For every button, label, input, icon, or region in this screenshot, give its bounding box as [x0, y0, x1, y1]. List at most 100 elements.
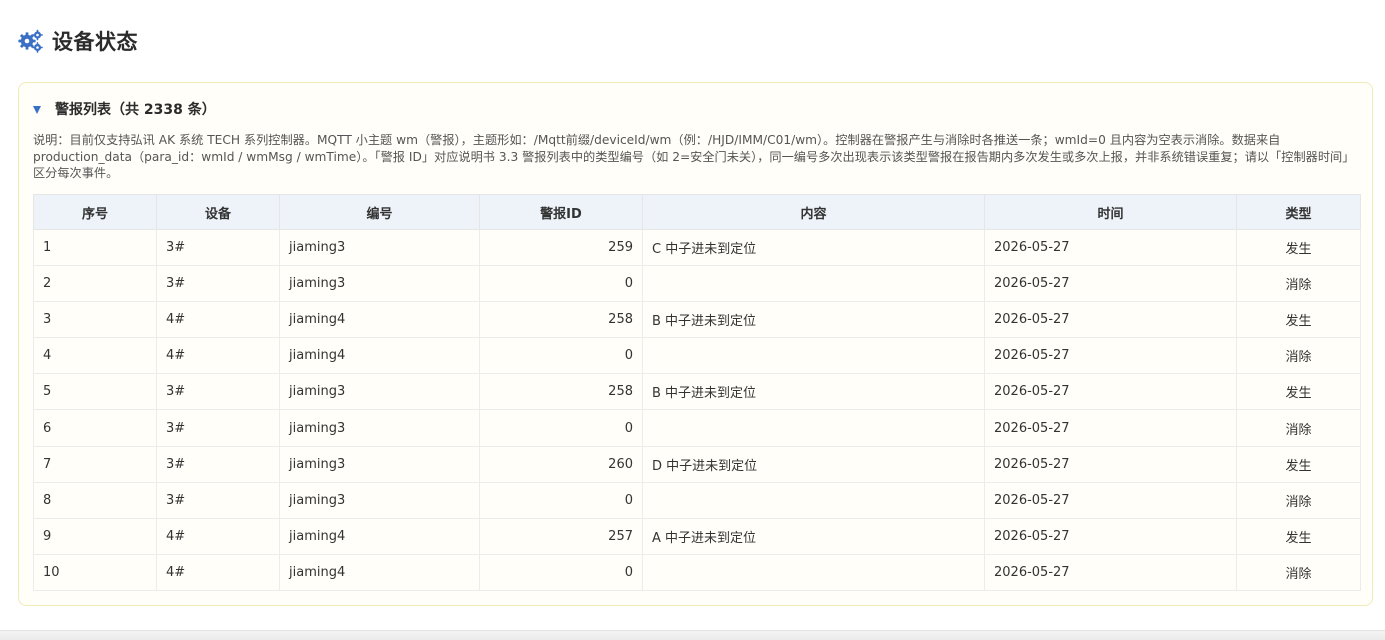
cell-type: 消除 — [1236, 481, 1361, 519]
alarm-list-panel: 警报列表（共 2338 条） 说明：目前仅支持弘讯 AK 系统 TECH 系列控… — [18, 82, 1373, 606]
cell-device: 4# — [156, 301, 280, 339]
table-row[interactable]: 2 3# jiaming3 0 2026-05-27 消除 — [33, 265, 1361, 303]
cell-alarm-id: 260 — [479, 445, 643, 483]
cell-index: 4 — [33, 337, 157, 375]
cell-code: jiaming3 — [279, 228, 480, 267]
cell-time: 2026-05-27 — [984, 337, 1237, 375]
cell-index: 7 — [33, 445, 157, 483]
cell-type: 发生 — [1236, 445, 1361, 483]
cell-code: jiaming3 — [279, 481, 480, 519]
cell-alarm-id: 0 — [479, 553, 643, 591]
table-row[interactable]: 4 4# jiaming4 0 2026-05-27 消除 — [33, 337, 1361, 375]
triangle-down-icon[interactable] — [33, 105, 41, 114]
cell-device: 3# — [156, 228, 280, 267]
cell-code: jiaming3 — [279, 265, 480, 303]
cell-content — [642, 337, 985, 375]
cell-code: jiaming4 — [279, 553, 480, 591]
cell-index: 8 — [33, 481, 157, 519]
page-title: 设备状态 — [52, 30, 138, 54]
cell-time: 2026-05-27 — [984, 265, 1237, 303]
cell-time: 2026-05-27 — [984, 301, 1237, 339]
alarm-list-description: 说明：目前仅支持弘讯 AK 系统 TECH 系列控制器。MQTT 小主题 wm（… — [33, 133, 1355, 180]
cell-time: 2026-05-27 — [984, 445, 1237, 483]
cell-alarm-id: 259 — [479, 228, 643, 267]
cell-type: 消除 — [1236, 553, 1361, 591]
cell-device: 3# — [156, 373, 280, 411]
cell-code: jiaming4 — [279, 301, 480, 339]
cell-alarm-id: 0 — [479, 265, 643, 303]
page: 设备状态 警报列表（共 2338 条） 说明：目前仅支持弘讯 AK 系统 TEC… — [0, 0, 1385, 640]
cell-device: 3# — [156, 409, 280, 447]
cell-device: 3# — [156, 481, 280, 519]
table-row[interactable]: 1 3# jiaming3 259 C 中子进未到定位 2026-05-27 发… — [33, 228, 1361, 267]
cell-content: B 中子进未到定位 — [642, 301, 985, 339]
cell-time: 2026-05-27 — [984, 409, 1237, 447]
gears-icon — [18, 28, 44, 54]
cell-device: 3# — [156, 445, 280, 483]
cell-code: jiaming3 — [279, 409, 480, 447]
cell-alarm-id: 258 — [479, 373, 643, 411]
cell-code: jiaming3 — [279, 373, 480, 411]
alarm-list-toggle[interactable]: 警报列表（共 2338 条） — [33, 99, 216, 119]
column-header-device[interactable]: 设备 — [156, 194, 280, 230]
cell-time: 2026-05-27 — [984, 517, 1237, 555]
table-row[interactable]: 5 3# jiaming3 258 B 中子进未到定位 2026-05-27 发… — [33, 373, 1361, 411]
cell-device: 4# — [156, 337, 280, 375]
cell-alarm-id: 257 — [479, 517, 643, 555]
cell-alarm-id: 0 — [479, 409, 643, 447]
cell-content: A 中子进未到定位 — [642, 517, 985, 555]
table-row[interactable]: 9 4# jiaming4 257 A 中子进未到定位 2026-05-27 发… — [33, 517, 1361, 555]
cell-alarm-id: 258 — [479, 301, 643, 339]
alarm-list-title: 警报列表（共 2338 条） — [55, 102, 216, 118]
cell-index: 9 — [33, 517, 157, 555]
cell-time: 2026-05-27 — [984, 373, 1237, 411]
page-header: 设备状态 — [18, 26, 138, 56]
cell-content: D 中子进未到定位 — [642, 445, 985, 483]
cell-code: jiaming4 — [279, 517, 480, 555]
cell-code: jiaming3 — [279, 445, 480, 483]
alarm-table: 序号 设备 编号 警报ID 内容 时间 类型 1 3# jiaming3 259 — [33, 194, 1361, 591]
cell-type: 发生 — [1236, 517, 1361, 555]
cell-device: 3# — [156, 265, 280, 303]
cell-time: 2026-05-27 — [984, 481, 1237, 519]
cell-type: 发生 — [1236, 301, 1361, 339]
cell-device: 4# — [156, 553, 280, 591]
table-row[interactable]: 8 3# jiaming3 0 2026-05-27 消除 — [33, 481, 1361, 519]
bottom-scroll-edge — [0, 630, 1385, 640]
cell-index: 1 — [33, 228, 157, 267]
cell-content: C 中子进未到定位 — [642, 228, 985, 267]
alarm-table-wrapper: 序号 设备 编号 警报ID 内容 时间 类型 1 3# jiaming3 259 — [33, 194, 1361, 591]
cell-index: 6 — [33, 409, 157, 447]
column-header-type[interactable]: 类型 — [1236, 194, 1361, 230]
cell-index: 10 — [33, 553, 157, 591]
column-header-alarm-id[interactable]: 警报ID — [479, 194, 643, 230]
cell-type: 消除 — [1236, 337, 1361, 375]
cell-alarm-id: 0 — [479, 481, 643, 519]
cell-device: 4# — [156, 517, 280, 555]
cell-type: 消除 — [1236, 409, 1361, 447]
cell-type: 发生 — [1236, 373, 1361, 411]
cell-time: 2026-05-27 — [984, 553, 1237, 591]
cell-type: 消除 — [1236, 265, 1361, 303]
cell-content — [642, 481, 985, 519]
table-row[interactable]: 7 3# jiaming3 260 D 中子进未到定位 2026-05-27 发… — [33, 445, 1361, 483]
cell-content — [642, 409, 985, 447]
cell-index: 5 — [33, 373, 157, 411]
cell-alarm-id: 0 — [479, 337, 643, 375]
table-row[interactable]: 3 4# jiaming4 258 B 中子进未到定位 2026-05-27 发… — [33, 301, 1361, 339]
column-header-time[interactable]: 时间 — [984, 194, 1237, 230]
cell-time: 2026-05-27 — [984, 228, 1237, 267]
cell-content — [642, 265, 985, 303]
table-row[interactable]: 10 4# jiaming4 0 2026-05-27 消除 — [33, 553, 1361, 591]
cell-code: jiaming4 — [279, 337, 480, 375]
cell-index: 2 — [33, 265, 157, 303]
table-row[interactable]: 6 3# jiaming3 0 2026-05-27 消除 — [33, 409, 1361, 447]
table-header-row: 序号 设备 编号 警报ID 内容 时间 类型 — [33, 194, 1361, 230]
cell-type: 发生 — [1236, 228, 1361, 267]
cell-content — [642, 553, 985, 591]
column-header-content[interactable]: 内容 — [642, 194, 985, 230]
column-header-code[interactable]: 编号 — [279, 194, 480, 230]
cell-content: B 中子进未到定位 — [642, 373, 985, 411]
cell-index: 3 — [33, 301, 157, 339]
column-header-index[interactable]: 序号 — [33, 194, 157, 230]
